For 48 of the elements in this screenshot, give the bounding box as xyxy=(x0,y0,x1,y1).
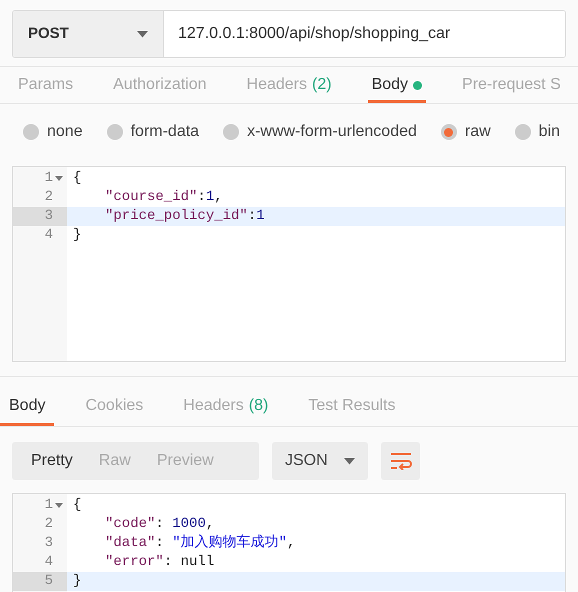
view-mode-button[interactable]: Preview xyxy=(146,449,225,473)
radio-button[interactable] xyxy=(223,124,240,140)
response-tab[interactable]: Body xyxy=(0,385,54,426)
line-number: 5 xyxy=(44,572,53,591)
line-number: 3 xyxy=(44,207,53,226)
request-tab[interactable]: Authorization xyxy=(109,67,211,103)
response-tab[interactable]: Test Results xyxy=(299,385,404,426)
code-line: } xyxy=(73,572,82,591)
radio-button[interactable] xyxy=(440,124,457,140)
code-line: "data": "加入购物车成功", xyxy=(105,533,296,553)
radio-button[interactable] xyxy=(106,124,123,140)
line-number: 2 xyxy=(44,188,53,207)
line-number: 1 xyxy=(44,169,53,188)
code-editor[interactable]: 1 2 3 4 { "course_id":1, "price_policy_id":1 } xyxy=(12,166,566,362)
line-number: 4 xyxy=(44,553,53,572)
fold-caret-icon[interactable] xyxy=(55,502,63,508)
response-tab[interactable]: Headers (8) xyxy=(174,385,278,426)
response-tab[interactable]: Cookies xyxy=(76,385,152,426)
line-number: 3 xyxy=(44,534,53,553)
format-select[interactable]: JSON xyxy=(272,442,368,480)
code-line: { xyxy=(73,169,82,188)
radio-button[interactable] xyxy=(514,124,531,140)
radio-label: x-www-form-urlencoded xyxy=(247,122,417,142)
line-number: 1 xyxy=(44,496,53,515)
line-number: 2 xyxy=(44,515,53,534)
radio-label: raw xyxy=(464,122,491,142)
wrap-lines-icon xyxy=(390,452,412,470)
radio-label: none xyxy=(47,122,83,142)
dropdown-caret-icon xyxy=(344,458,355,464)
request-tab[interactable]: Headers (2) xyxy=(242,67,336,103)
view-mode-button[interactable]: Raw xyxy=(88,449,142,473)
wrap-button[interactable] xyxy=(381,442,420,480)
view-mode-button[interactable]: Pretty xyxy=(20,449,84,473)
code-line: "course_id":1, xyxy=(105,188,223,207)
code-line: { xyxy=(73,496,82,515)
code-line: } xyxy=(73,226,82,245)
request-tab[interactable]: Pre-request S xyxy=(458,67,565,103)
request-tab[interactable]: Body xyxy=(368,67,426,103)
radio-label: form-data xyxy=(130,122,200,142)
code-line: "code": 1000, xyxy=(105,515,214,534)
code-line: "error": null xyxy=(105,553,214,572)
request-tab[interactable]: Params xyxy=(14,67,78,103)
radio-label: bin xyxy=(538,122,560,142)
fold-caret-icon[interactable] xyxy=(55,176,63,182)
code-line: "price_policy_id":1 xyxy=(105,207,265,226)
radio-button[interactable] xyxy=(23,124,39,140)
code-editor[interactable]: 1 2 3 4 5 { "code": 1000, "data": "加入购物车成功", "error": null } xyxy=(12,493,566,592)
line-number: 4 xyxy=(44,226,53,245)
